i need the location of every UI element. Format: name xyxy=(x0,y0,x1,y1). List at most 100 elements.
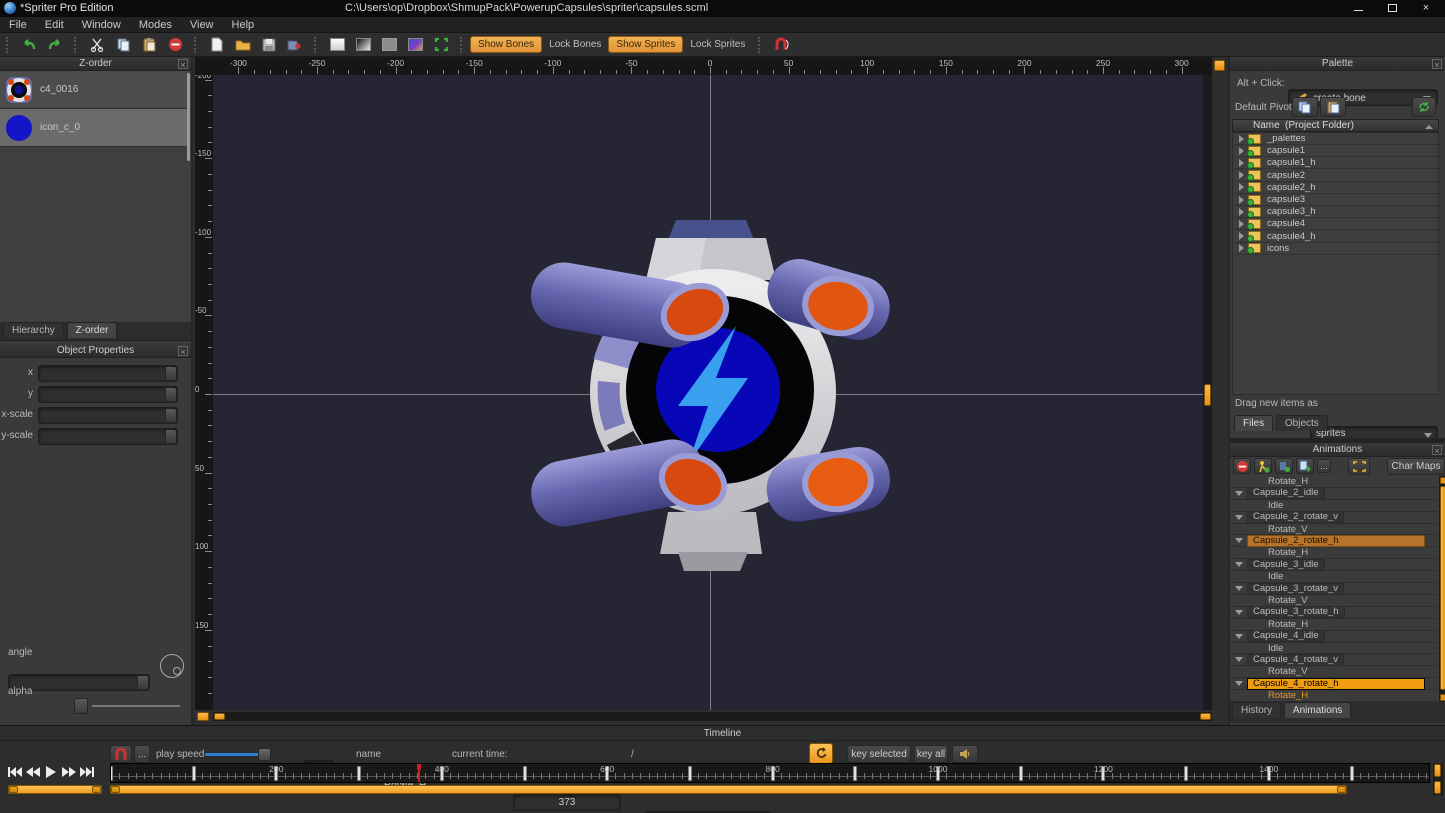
snap-magnet-icon[interactable] xyxy=(769,35,793,55)
new-animation-button[interactable] xyxy=(1254,458,1272,474)
x-scale-spinner[interactable] xyxy=(165,409,176,422)
keyframe-marker[interactable] xyxy=(523,766,527,781)
expand-arrow-icon[interactable] xyxy=(1239,159,1244,167)
tab-hierarchy[interactable]: Hierarchy xyxy=(3,322,64,338)
animation-row[interactable]: Capsule_2_rotate_h xyxy=(1230,536,1437,548)
canvas-viewport[interactable] xyxy=(213,75,1203,710)
tree-column-header[interactable]: Name (Project Folder) xyxy=(1232,119,1439,132)
menu-view[interactable]: View xyxy=(181,19,223,31)
next-frame-button[interactable] xyxy=(60,763,78,781)
expand-arrow-icon[interactable] xyxy=(1239,244,1244,252)
scroll-handle[interactable] xyxy=(9,786,18,793)
animations-scroll-thumb[interactable] xyxy=(1440,486,1445,690)
menu-modes[interactable]: Modes xyxy=(130,19,181,31)
view-gray-button[interactable] xyxy=(377,35,401,55)
zorder-item[interactable]: c4_0016 xyxy=(0,71,189,109)
canvas-hscrollbar[interactable] xyxy=(213,712,1212,721)
play-speed-slider-handle[interactable] xyxy=(258,748,271,761)
char-maps-button[interactable]: Char Maps xyxy=(1387,458,1445,475)
show-bones-toggle[interactable]: Show Bones xyxy=(470,36,542,53)
undo-button[interactable] xyxy=(17,35,41,55)
zorder-item[interactable]: icon_c_0 xyxy=(0,109,189,147)
expand-arrow-icon[interactable] xyxy=(1239,135,1244,143)
tree-folder-row[interactable]: _palettes xyxy=(1233,133,1440,145)
tab-files[interactable]: Files xyxy=(1234,415,1273,431)
timeline-ruler[interactable]: 200400600800100012001400 xyxy=(110,763,1430,783)
y-scale-spinner[interactable] xyxy=(165,430,176,443)
collapse-arrow-icon[interactable] xyxy=(1235,657,1243,662)
expand-arrow-icon[interactable] xyxy=(1239,208,1244,216)
save-button[interactable] xyxy=(257,35,281,55)
collapse-arrow-icon[interactable] xyxy=(1235,562,1243,567)
paste-button[interactable] xyxy=(137,35,161,55)
tab-zorder[interactable]: Z-order xyxy=(67,322,118,338)
animation-row[interactable]: Capsule_4_idle xyxy=(1230,631,1437,643)
animation-sub-row[interactable]: Rotate_V xyxy=(1230,595,1437,607)
canvas-vscrollbar[interactable] xyxy=(1203,75,1212,710)
timeline-vscrollbar[interactable] xyxy=(1433,763,1443,795)
tree-folder-row[interactable]: capsule4 xyxy=(1233,218,1440,230)
open-folder-button[interactable] xyxy=(231,35,255,55)
alpha-slider-handle[interactable] xyxy=(74,698,88,714)
collapse-arrow-icon[interactable] xyxy=(1235,538,1243,543)
scroll-handle[interactable] xyxy=(111,786,120,793)
animation-row[interactable]: Capsule_3_rotate_h xyxy=(1230,607,1437,619)
tree-folder-row[interactable]: capsule2_h xyxy=(1233,182,1440,194)
view-white-button[interactable] xyxy=(325,35,349,55)
timeline-snap-button[interactable] xyxy=(110,745,132,763)
view-gradient-button[interactable] xyxy=(351,35,375,55)
pivot-paste-button[interactable] xyxy=(1320,97,1346,117)
ruler-options-icon[interactable] xyxy=(1214,60,1225,71)
tree-folder-row[interactable]: capsule1 xyxy=(1233,145,1440,157)
timeline-options-button[interactable]: ... xyxy=(134,745,150,763)
keyframe-marker[interactable] xyxy=(110,766,113,781)
import-button[interactable] xyxy=(283,35,307,55)
animation-sub-row[interactable]: Idle xyxy=(1230,500,1437,512)
view-color-button[interactable] xyxy=(403,35,427,55)
previous-frame-button[interactable] xyxy=(24,763,42,781)
maximize-button[interactable] xyxy=(1377,0,1407,17)
select-frame-button[interactable] xyxy=(1348,458,1370,475)
key-selected-button[interactable]: key selected xyxy=(847,745,911,763)
scroll-up-button[interactable] xyxy=(1440,477,1445,484)
playhead-cap[interactable] xyxy=(417,764,421,770)
pivot-copy-button[interactable] xyxy=(1292,97,1318,117)
redo-button[interactable] xyxy=(43,35,67,55)
x-input[interactable] xyxy=(38,365,178,382)
animation-row[interactable]: Capsule_3_rotate_v xyxy=(1230,583,1437,595)
tab-objects[interactable]: Objects xyxy=(1276,415,1328,431)
expand-arrow-icon[interactable] xyxy=(1239,147,1244,155)
current-time-field[interactable]: 373 xyxy=(513,794,621,811)
animation-sub-row[interactable]: Rotate_V xyxy=(1230,666,1437,678)
canvas-hscroll-thumb-left[interactable] xyxy=(214,713,225,720)
collapse-arrow-icon[interactable] xyxy=(1235,610,1243,615)
lock-bones-toggle[interactable]: Lock Bones xyxy=(542,36,608,53)
y-scale-input[interactable] xyxy=(38,428,178,445)
animation-row[interactable]: Capsule_3_idle xyxy=(1230,559,1437,571)
close-icon[interactable]: × xyxy=(1432,445,1442,455)
tree-folder-row[interactable]: capsule3 xyxy=(1233,194,1440,206)
angle-spinner[interactable] xyxy=(137,676,148,689)
keyframe-marker[interactable] xyxy=(688,766,692,781)
keyframe-marker[interactable] xyxy=(1184,766,1188,781)
animation-sub-row[interactable]: Rotate_V xyxy=(1230,524,1437,536)
expand-arrow-icon[interactable] xyxy=(1239,183,1244,191)
y-spinner[interactable] xyxy=(165,388,176,401)
y-input[interactable] xyxy=(38,386,178,403)
close-icon[interactable]: × xyxy=(1432,59,1442,69)
new-file-button[interactable] xyxy=(205,35,229,55)
close-icon[interactable]: × xyxy=(178,59,188,69)
cut-button[interactable] xyxy=(85,35,109,55)
menu-window[interactable]: Window xyxy=(73,19,130,31)
play-speed-track-filled[interactable] xyxy=(205,753,260,756)
menu-file[interactable]: File xyxy=(0,19,36,31)
tree-folder-row[interactable]: capsule1_h xyxy=(1233,157,1440,169)
animation-sub-row[interactable]: Rotate_H xyxy=(1230,476,1437,488)
go-to-end-button[interactable] xyxy=(78,763,96,781)
animation-row[interactable]: Capsule_2_idle xyxy=(1230,488,1437,500)
scroll-handle[interactable] xyxy=(1434,764,1441,777)
animations-scrollbar[interactable] xyxy=(1439,476,1445,702)
collapse-arrow-icon[interactable] xyxy=(1235,515,1243,520)
refresh-pivots-button[interactable] xyxy=(1412,97,1436,117)
canvas-corner-handle[interactable] xyxy=(197,712,209,721)
